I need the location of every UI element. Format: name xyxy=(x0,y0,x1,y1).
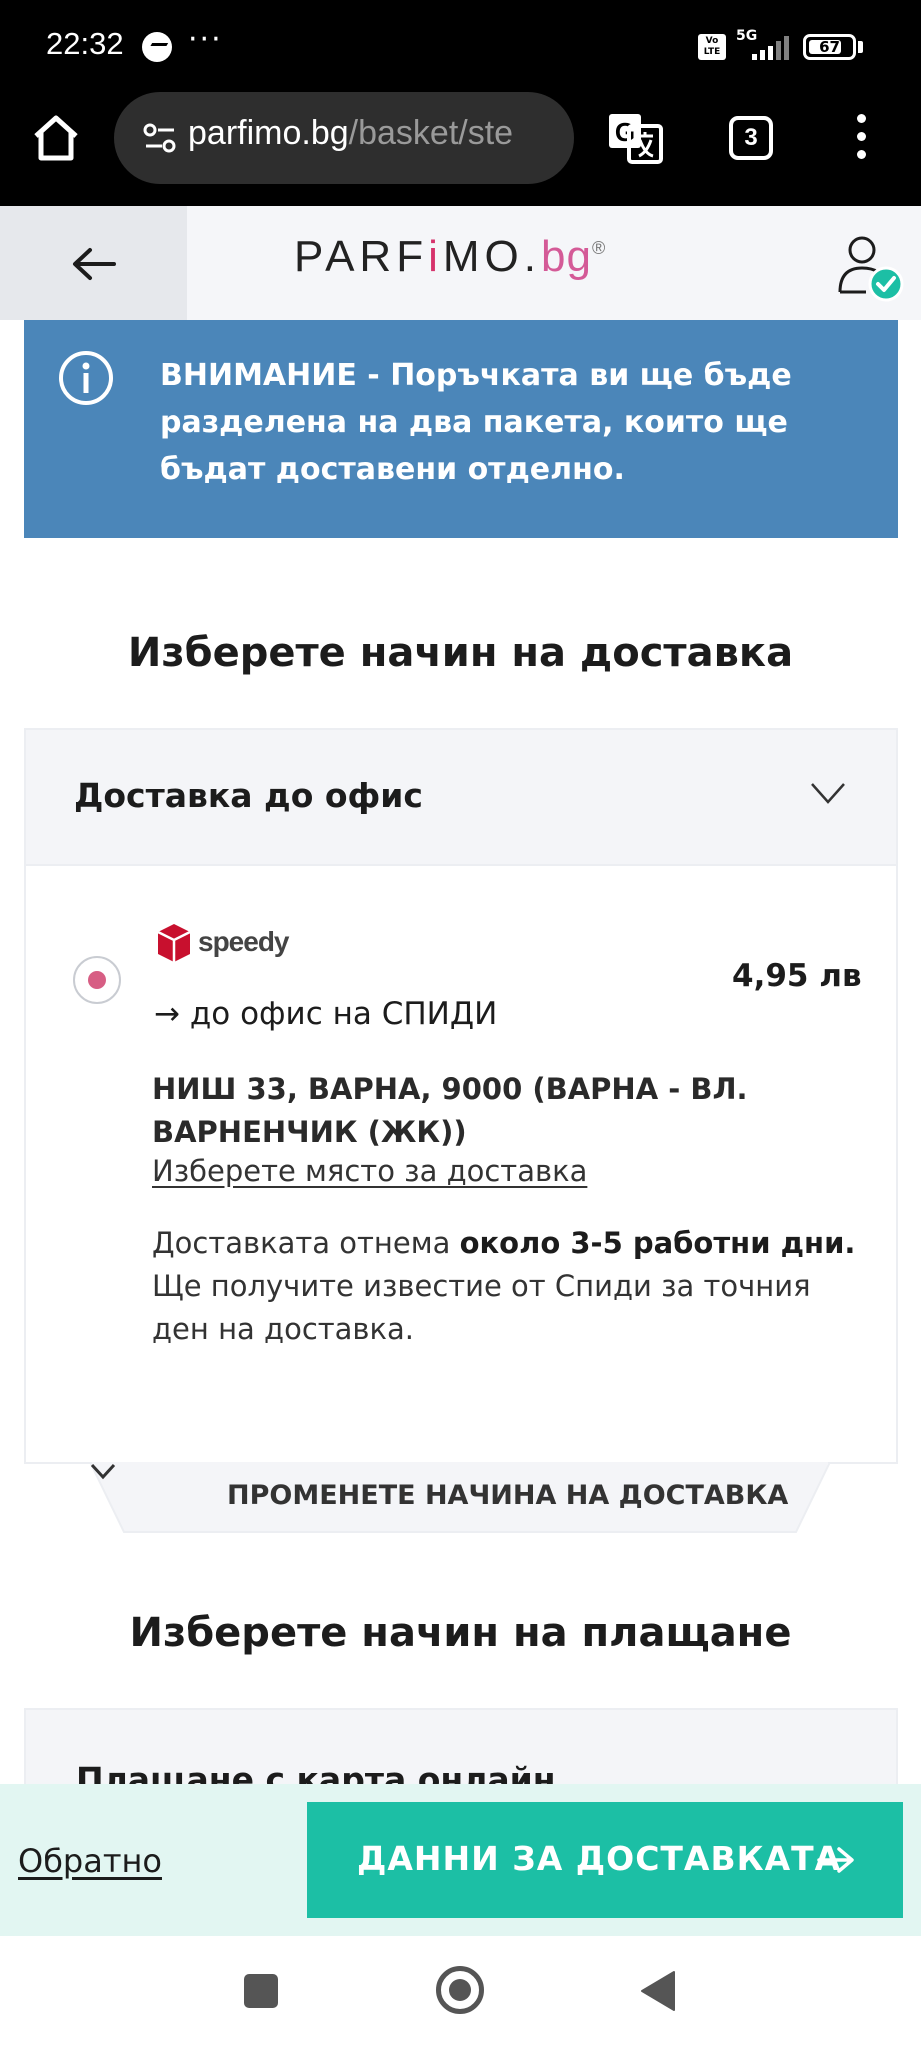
delivery-price: 4,95 лв xyxy=(732,958,862,994)
system-home-icon[interactable] xyxy=(436,1966,484,2014)
chevron-down-icon xyxy=(811,783,845,804)
status-bar: 22:32 ··· Vo LTE 5G 67 xyxy=(0,0,921,92)
delivery-office-line: → до офис на СПИДИ xyxy=(154,996,498,1032)
back-link[interactable]: Обратно xyxy=(18,1842,162,1880)
overflow-menu-icon[interactable] xyxy=(857,114,867,164)
translate-icon[interactable]: G xyxy=(607,112,663,164)
tabs-button[interactable]: 3 xyxy=(729,116,773,160)
checkout-action-bar: Обратно ДАННИ ЗА ДОСТАВКАТА xyxy=(0,1784,921,1936)
recent-apps-icon[interactable] xyxy=(244,1974,278,2008)
arrow-right-icon xyxy=(817,1847,854,1873)
status-time: 22:32 xyxy=(46,26,124,61)
url-text: parfimo.bg/basket/ste xyxy=(188,114,558,153)
site-header: PARFiMO.bg® xyxy=(0,206,921,320)
delivery-method-title: Доставка до офис xyxy=(74,776,423,815)
change-delivery-method-button[interactable]: ПРОМЕНЕТЕ НАЧИНА НА ДОСТАВКА xyxy=(90,1462,830,1534)
split-package-notice: ВНИМАНИЕ - Поръчката ви ще бъде разделен… xyxy=(24,320,898,538)
more-notifications-icon: ··· xyxy=(188,22,223,57)
payment-section-title: Изберете начин на плащане xyxy=(129,1610,792,1656)
battery-level: 67 xyxy=(819,38,840,56)
url-path: /basket/ste xyxy=(348,114,514,152)
site-settings-icon[interactable] xyxy=(142,120,178,156)
chevron-down-icon xyxy=(90,1463,116,1480)
home-icon[interactable] xyxy=(30,112,82,164)
system-navigation-bar xyxy=(0,1936,921,2048)
delivery-method-box: Доставка до офис speedy 4,95 лв → до офи… xyxy=(24,728,898,1464)
delivery-details-label: ДАННИ ЗА ДОСТАВКАТА xyxy=(357,1839,842,1878)
delivery-time-info: Доставката отнема около 3-5 работни дни.… xyxy=(152,1226,856,1346)
battery-icon: 67 xyxy=(803,34,856,60)
back-button[interactable] xyxy=(0,206,187,320)
system-back-icon[interactable] xyxy=(640,1970,676,2012)
delivery-address: НИШ 33, ВАРНА, 9000 (ВАРНА - ВЛ. ВАРНЕНЧ… xyxy=(152,1072,748,1149)
svg-text:G: G xyxy=(615,117,635,147)
site-logo[interactable]: PARFiMO.bg® xyxy=(294,232,605,282)
speedy-logo-text: speedy xyxy=(198,926,289,957)
notice-text: ВНИМАНИЕ - Поръчката ви ще бъде разделен… xyxy=(160,358,792,487)
speedy-radio-button[interactable] xyxy=(73,956,121,1004)
delivery-section-title: Изберете начин на доставка xyxy=(127,630,794,676)
browser-toolbar: parfimo.bg/basket/ste G 3 xyxy=(0,92,921,206)
info-icon xyxy=(59,351,113,405)
change-delivery-label: ПРОМЕНЕТЕ НАЧИНА НА ДОСТАВКА xyxy=(227,1480,789,1511)
user-account-icon[interactable] xyxy=(836,232,906,302)
delivery-method-dropdown[interactable]: Доставка до офис xyxy=(26,730,896,866)
url-domain: parfimo.bg xyxy=(188,114,349,152)
network-type: 5G xyxy=(736,28,758,44)
arrow-left-icon xyxy=(73,248,116,280)
delivery-details-button[interactable]: ДАННИ ЗА ДОСТАВКАТА xyxy=(307,1802,903,1918)
choose-delivery-place-link[interactable]: Изберете място за доставка xyxy=(152,1154,587,1188)
volte-icon: Vo LTE xyxy=(698,34,726,60)
address-bar[interactable]: parfimo.bg/basket/ste xyxy=(114,92,574,184)
messenger-icon xyxy=(142,32,172,62)
